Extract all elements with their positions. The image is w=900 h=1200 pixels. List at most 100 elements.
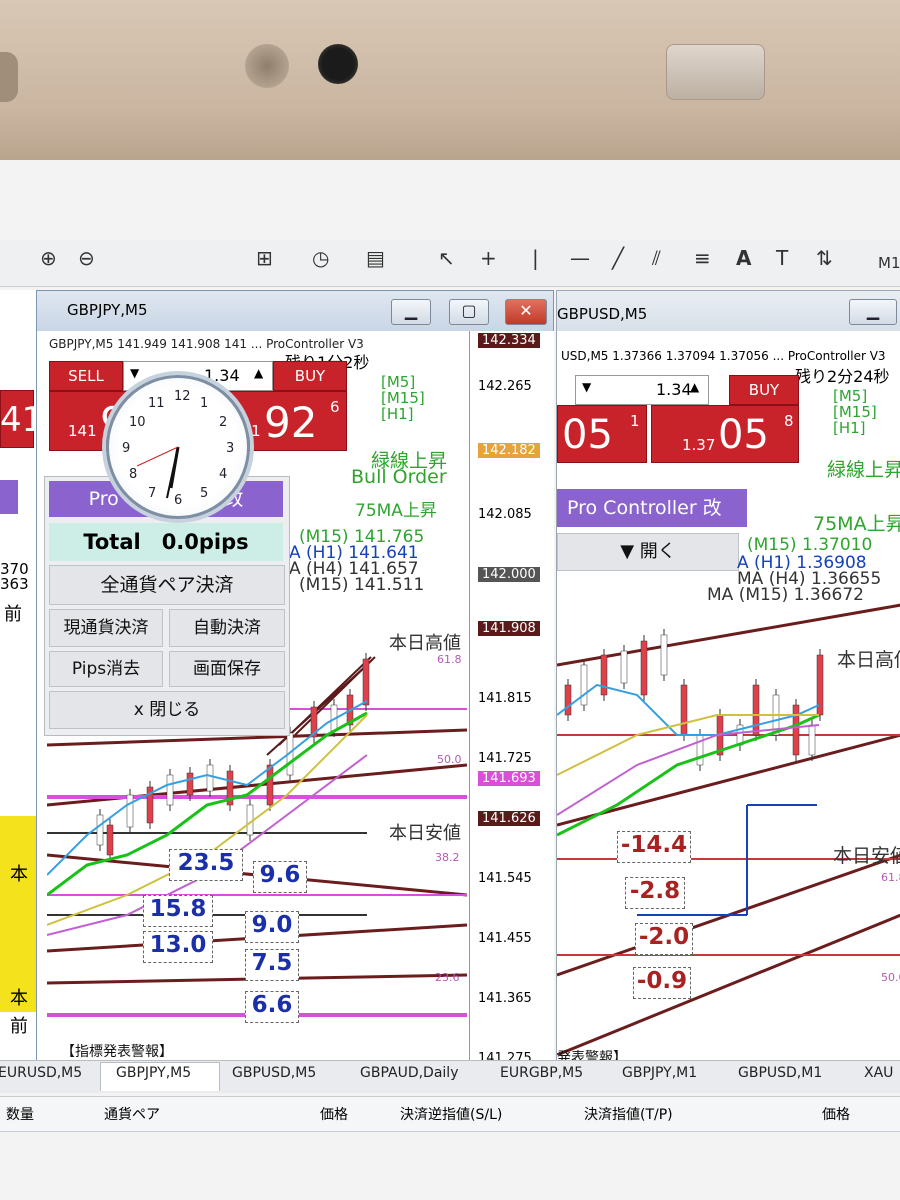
right-panel-title[interactable]: Pro Controller 改 <box>557 489 747 527</box>
camera-lens <box>318 44 358 84</box>
open-panel-button[interactable]: ▼ 開く <box>557 533 739 571</box>
candle <box>186 772 194 796</box>
auto-close-button[interactable]: 自動決済 <box>169 609 285 647</box>
buy-price-main: 92 <box>264 398 318 447</box>
daily-high-label: 本日高値 <box>837 649 900 671</box>
price-axis-label: 142.085 <box>478 507 532 522</box>
arrows-icon[interactable]: ⇅ <box>816 246 833 270</box>
chart-header: USD,M5 1.37366 1.37094 1.37056 ... ProCo… <box>561 349 886 363</box>
price-axis-label: 142.265 <box>478 379 532 394</box>
pips-box: 15.8 <box>143 895 213 927</box>
close-current-button[interactable]: 現通貨決済 <box>49 609 163 647</box>
ma-m15-value: (M15) 141.511 <box>299 575 425 595</box>
zoom-out-icon[interactable]: ⊖ <box>78 246 95 270</box>
cursor-icon[interactable]: ↖ <box>438 246 455 270</box>
clock-numeral: 9 <box>122 441 130 456</box>
price-axis-label: 141.365 <box>478 991 532 1006</box>
ma-blue <box>557 683 820 736</box>
tab-gbpusd-m5[interactable]: GBPUSD,M5 <box>232 1065 316 1081</box>
tab-gbpusd-m1[interactable]: GBPUSD,M1 <box>738 1065 822 1081</box>
far-left-num: 363 <box>0 575 29 593</box>
price-axis-label: 142.182 <box>478 443 540 458</box>
fib-618-label: 61.8 <box>437 653 462 666</box>
camera-sensor <box>245 44 289 88</box>
clock-numeral: 5 <box>200 486 208 501</box>
tab-gbpjpy-m1[interactable]: GBPJPY,M1 <box>622 1065 697 1081</box>
green-rise-label: 緑線上昇 <box>827 459 900 481</box>
column-header: 通貨ペア <box>104 1107 160 1123</box>
minimize-button[interactable]: ▁ <box>849 299 897 325</box>
trendline-icon[interactable]: ╱ <box>612 246 624 270</box>
daily-low-label: 本日安値 <box>833 845 900 867</box>
pips-box: 7.5 <box>245 949 299 981</box>
far-left-label: 本 <box>10 864 28 885</box>
crosshair-icon[interactable]: + <box>480 246 497 270</box>
zoom-in-icon[interactable]: ⊕ <box>40 246 57 270</box>
panel-close-button[interactable]: x 閉じる <box>49 691 285 729</box>
pips-clear-button[interactable]: Pips消去 <box>49 651 163 687</box>
lot-up-icon[interactable]: ▲ <box>254 366 263 380</box>
price-axis-label: 141.725 <box>478 751 532 766</box>
gbpusd-chart-window: GBPUSD,M5 ▁ USD,M5 1.37366 1.37094 1.370… <box>556 290 900 1066</box>
buy-price-main: 05 <box>718 412 769 458</box>
buy-price-fraction: 8 <box>784 412 794 430</box>
maximize-button[interactable]: ▢ <box>449 299 489 325</box>
price-axis-label: 142.000 <box>478 567 540 582</box>
buy-button[interactable]: 1.37 05 8 <box>651 405 799 463</box>
candle <box>696 734 704 766</box>
minimize-button[interactable]: ▁ <box>391 299 431 325</box>
period-clock-icon[interactable]: ◷ <box>312 246 329 270</box>
candle <box>640 640 648 696</box>
timeframe-m1-button[interactable]: M1 <box>878 254 900 272</box>
far-left-label: 前 <box>4 604 22 625</box>
clock-numeral: 6 <box>174 493 182 508</box>
close-button[interactable]: ✕ <box>505 299 547 325</box>
tab-eurusd-m5[interactable]: EURUSD,M5 <box>0 1065 82 1081</box>
candle <box>564 684 572 716</box>
column-header: 数量 <box>6 1107 34 1123</box>
price-axis-label: 141.693 <box>478 771 540 786</box>
lot-value[interactable]: 1.34 <box>656 380 692 399</box>
tf-h1-label: [H1] <box>833 419 866 437</box>
price-axis-label: 141.908 <box>478 621 540 636</box>
trend-line <box>278 656 372 746</box>
close-all-pairs-button[interactable]: 全通貨ペア決済 <box>49 565 285 605</box>
gbpusd-titlebar: GBPUSD,M5 ▁ <box>557 291 900 331</box>
label-tool-icon[interactable]: T <box>776 246 788 270</box>
tab-gbpaud-daily[interactable]: GBPAUD,Daily <box>360 1065 458 1081</box>
countdown: 残り2分24秒 <box>795 367 890 386</box>
tab-eurgbp-m5[interactable]: EURGBP,M5 <box>500 1065 583 1081</box>
tab-gbpjpy-m5[interactable]: GBPJPY,M5 <box>116 1065 191 1081</box>
ma-purple <box>557 724 820 816</box>
fib-50-label: 50.0 <box>881 971 900 984</box>
price-axis-label: 141.815 <box>478 691 532 706</box>
fibonacci-icon[interactable]: ≡ <box>694 246 711 270</box>
lot-up-icon[interactable]: ▲ <box>690 380 699 394</box>
price-axis-label: 141.626 <box>478 811 540 826</box>
clock-minute-hand <box>166 446 179 499</box>
lot-down-icon[interactable]: ▼ <box>582 380 591 394</box>
vertical-line-icon[interactable]: | <box>532 246 539 270</box>
screen: ⊕ ⊖ ⊞ ◷ ▤ ↖ + | — ╱ ⫽ ≡ A T ⇅ M1 41 370 … <box>0 160 900 1200</box>
tab-xau[interactable]: XAU <box>864 1065 893 1081</box>
channel-icon[interactable]: ⫽ <box>652 246 661 270</box>
window-title: GBPJPY,M5 <box>67 301 148 319</box>
candle <box>808 724 816 756</box>
column-header: 価格 <box>822 1107 850 1123</box>
lot-spinner[interactable]: ▼ 1.34 ▲ <box>575 375 709 405</box>
buy-label-button[interactable]: BUY <box>729 375 799 405</box>
pips-box: 23.5 <box>169 849 243 881</box>
buy-label-button[interactable]: BUY <box>273 361 347 391</box>
templates-icon[interactable]: ▤ <box>366 246 385 270</box>
candle <box>206 764 214 792</box>
clock-numeral: 2 <box>219 415 227 430</box>
clock-second-hand <box>136 446 179 467</box>
sell-price-fraction: 1 <box>630 412 640 430</box>
screen-save-button[interactable]: 画面保存 <box>169 651 285 687</box>
candle <box>792 704 800 756</box>
text-tool-icon[interactable]: A <box>736 246 751 270</box>
add-chart-icon[interactable]: ⊞ <box>256 246 273 270</box>
candle <box>96 814 104 846</box>
horizontal-line-icon[interactable]: — <box>570 246 590 270</box>
sell-button[interactable]: 05 1 <box>557 405 647 463</box>
